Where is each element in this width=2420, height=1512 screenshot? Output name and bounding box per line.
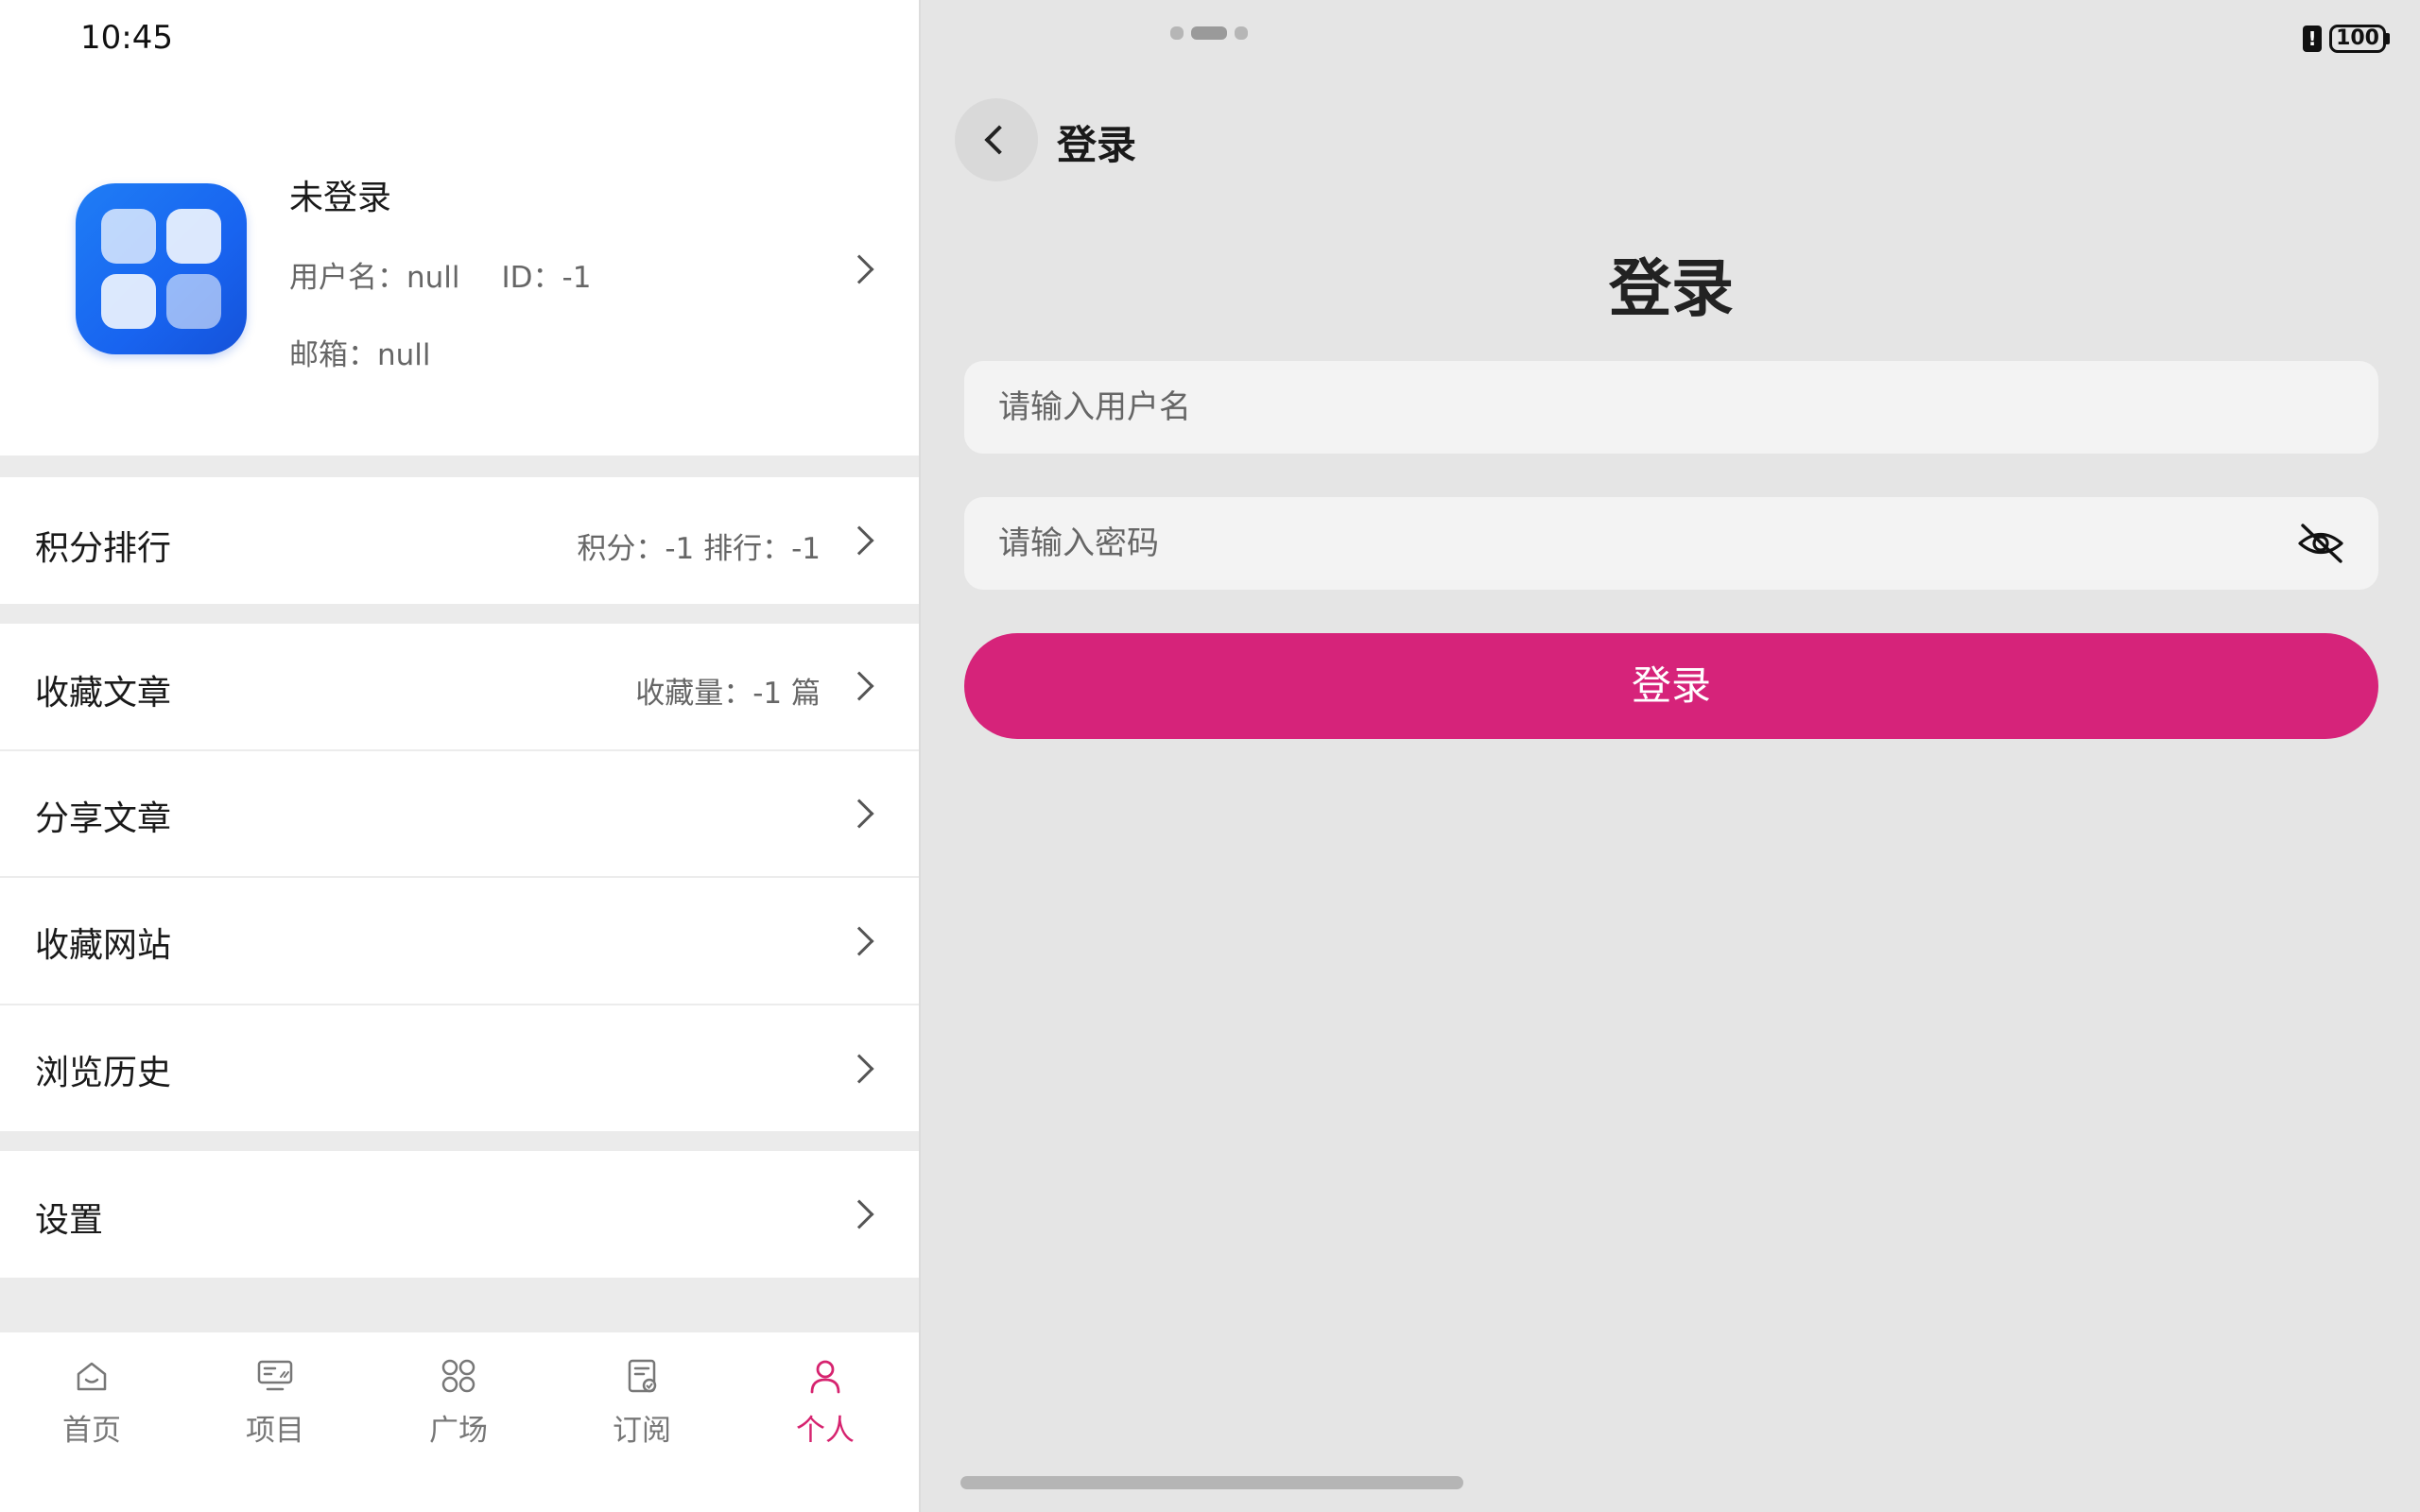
nav-title: 登录 [1057, 122, 1137, 168]
tab-label: 项目 [246, 1414, 304, 1448]
profile-name: 未登录 [289, 179, 392, 217]
menu-item-favorite-sites[interactable]: 收藏网站 [0, 878, 919, 1004]
menu-item-points-rank[interactable]: 积分排行 积分：-1 排行：-1 [0, 477, 919, 604]
subscribe-icon [628, 1359, 657, 1393]
status-icons: ! 100 [2303, 25, 2390, 53]
profile-pane: 未登录 用户名：null ID：-1 邮箱：null 积分排行 积分：-1 排行：… [0, 0, 919, 1512]
login-button[interactable]: 登录 [964, 633, 2378, 739]
menu-item-share-articles[interactable]: 分享文章 [0, 751, 919, 876]
menu-item-favorite-articles[interactable]: 收藏文章 收藏量：-1 篇 [0, 624, 919, 750]
profile-card[interactable]: 未登录 用户名：null ID：-1 邮箱：null [0, 0, 919, 455]
user-id-label: ID：-1 [501, 261, 592, 295]
username-label: 用户名：null [289, 261, 460, 295]
chevron-right-icon [844, 671, 874, 701]
window-handle[interactable] [1170, 26, 1248, 40]
project-icon [257, 1360, 293, 1391]
person-icon [810, 1360, 840, 1394]
status-time: 10:45 [80, 19, 173, 57]
menu-item-label: 分享文章 [35, 799, 172, 838]
email-label: 邮箱：null [289, 338, 431, 372]
alert-icon: ! [2303, 26, 2323, 52]
tab-label: 广场 [429, 1414, 488, 1448]
tab-personal[interactable]: 个人 [734, 1351, 917, 1455]
menu-item-label: 收藏文章 [35, 674, 172, 713]
battery-icon: 100 [2329, 25, 2390, 53]
points-rank-value: 积分：-1 排行：-1 [577, 532, 821, 566]
chevron-right-icon [844, 1199, 874, 1229]
menu-item-label: 收藏网站 [35, 926, 172, 965]
menu-item-browse-history[interactable]: 浏览历史 [0, 1005, 919, 1131]
favorite-count-value: 收藏量：-1 篇 [635, 677, 821, 711]
battery-level: 100 [2329, 25, 2386, 53]
password-input[interactable] [964, 497, 2378, 590]
menu-item-label: 积分排行 [35, 529, 172, 568]
bottom-tab-bar: 首页 项目 广场 订阅 个人 [0, 1332, 919, 1512]
tab-label: 个人 [796, 1414, 855, 1448]
username-input[interactable] [964, 361, 2378, 454]
login-pane: 登录 登录 登录 [919, 0, 2420, 1512]
login-heading: 登录 [1609, 252, 1734, 325]
menu-item-label: 设置 [35, 1201, 104, 1240]
tab-label: 订阅 [613, 1414, 671, 1448]
home-icon [77, 1362, 107, 1391]
chevron-right-icon [844, 254, 874, 284]
tab-project[interactable]: 项目 [183, 1351, 367, 1455]
username-field [964, 361, 2378, 454]
password-field [964, 497, 2378, 590]
square-grid-icon [441, 1359, 475, 1393]
tab-home[interactable]: 首页 [0, 1351, 183, 1455]
tab-subscribe[interactable]: 订阅 [550, 1351, 734, 1455]
chevron-left-icon [984, 125, 1014, 155]
back-button[interactable] [955, 98, 1038, 181]
eye-off-icon[interactable] [2297, 522, 2344, 565]
chevron-right-icon [844, 1054, 874, 1084]
home-indicator[interactable] [960, 1476, 1463, 1489]
chevron-right-icon [844, 799, 874, 829]
chevron-right-icon [844, 926, 874, 956]
tab-label: 首页 [62, 1414, 121, 1448]
profile-user-info: 用户名：null ID：-1 [289, 253, 591, 296]
chevron-right-icon [844, 525, 874, 556]
menu-item-label: 浏览历史 [35, 1054, 172, 1092]
menu-item-settings[interactable]: 设置 [0, 1151, 919, 1278]
tab-square[interactable]: 广场 [367, 1351, 550, 1455]
app-logo [76, 183, 247, 354]
